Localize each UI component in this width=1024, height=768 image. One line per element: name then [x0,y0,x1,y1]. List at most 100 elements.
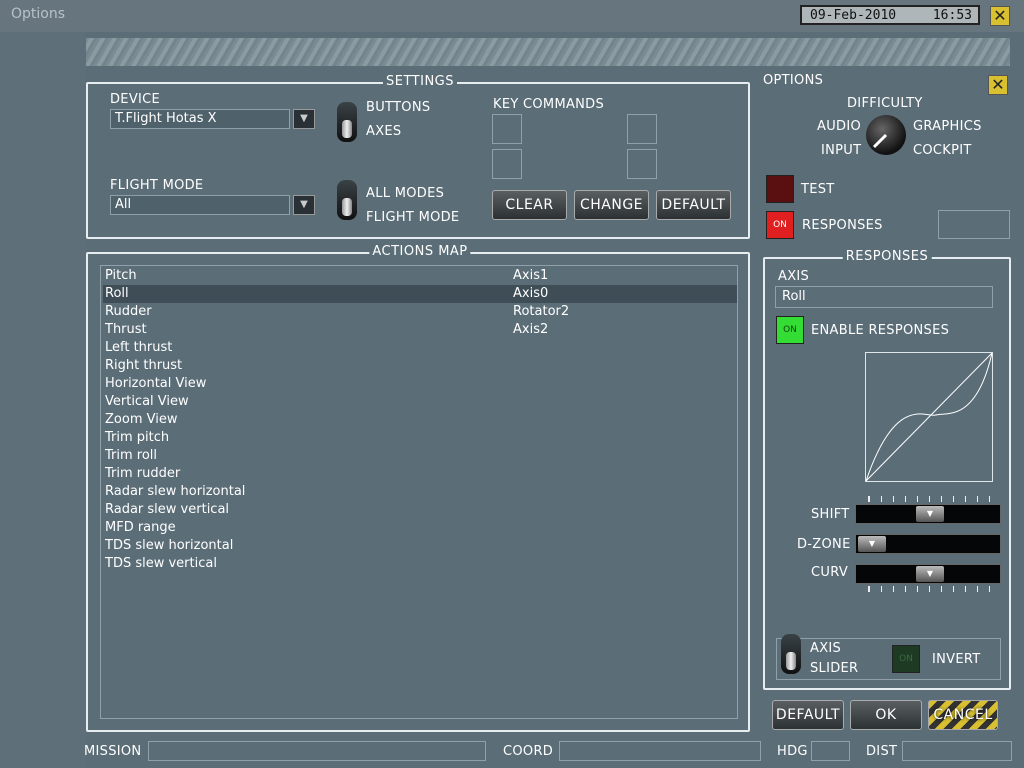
date-readout: 09-Feb-2010 [810,8,897,23]
mission-label: MISSION [84,744,142,759]
actions-list[interactable]: Pitch Axis1 Roll Axis0 Rudder Rotator2 Thrust A… [100,265,738,719]
hdg-label: HDG [777,744,808,759]
actions-map-legend: ACTIONS MAP [369,244,471,259]
axis-slider-toggle[interactable] [781,634,801,674]
action-row[interactable]: Thrust Axis2 [103,321,737,339]
toggle-knob [342,198,352,216]
options-close-button[interactable]: ✕ [988,75,1008,95]
coord-label: COORD [503,744,554,759]
enable-responses-led[interactable]: ON [776,316,804,344]
axis-option: AXIS [810,641,842,656]
invert-led-button[interactable]: ON [892,645,920,673]
action-row[interactable]: Left thrust [103,339,737,357]
action-name: TDS slew horizontal [105,538,234,553]
settings-default-button[interactable]: DEFAULT [656,190,731,220]
graphics-label: GRAPHICS [913,119,982,134]
action-name: Thrust [105,322,147,337]
action-row[interactable]: Zoom View [103,411,737,429]
buttons-axes-toggle[interactable] [337,102,357,142]
time-readout: 16:53 [932,8,972,23]
action-name: Roll [105,286,129,301]
action-name: Trim rudder [105,466,181,481]
clear-button[interactable]: CLEAR [492,190,567,220]
key-command-slot-4[interactable] [627,149,657,179]
test-led-button[interactable] [766,175,794,203]
responses-label: RESPONSES [802,218,883,233]
action-binding: Axis1 [513,268,549,283]
flight-mode-select[interactable]: All [110,195,290,215]
slider-option: SLIDER [810,661,859,676]
ok-button[interactable]: OK [850,700,922,730]
action-binding: Axis0 [513,286,549,301]
action-name: Vertical View [105,394,189,409]
action-row[interactable]: Trim rudder [103,465,737,483]
chevron-down-icon: ▼ [300,113,308,124]
action-row[interactable]: Radar slew vertical [103,501,737,519]
action-row[interactable]: Horizontal View [103,375,737,393]
axis-value-field: Roll [775,286,993,308]
cancel-button[interactable]: CANCEL [928,700,998,730]
key-command-slot-3[interactable] [492,149,522,179]
axis-label: AXIS [778,269,810,284]
responses-led-button[interactable]: ON [766,211,794,239]
action-row[interactable]: TDS slew horizontal [103,537,737,555]
date-time-display: 09-Feb-2010 16:53 [800,5,980,25]
action-row[interactable]: Trim pitch [103,429,737,447]
action-name: Pitch [105,268,137,283]
key-commands-label: KEY COMMANDS [493,97,605,112]
dist-field [902,741,1012,761]
close-icon: ✕ [993,6,1007,25]
curv-label: CURV [811,565,849,580]
action-row[interactable]: MFD range [103,519,737,537]
category-knob[interactable] [866,115,906,155]
dzone-slider[interactable]: ▼ [855,534,1001,554]
difficulty-label: DIFFICULTY [847,96,923,111]
input-label: INPUT [821,143,862,158]
audio-label: AUDIO [817,119,861,134]
change-button[interactable]: CHANGE [574,190,649,220]
responses-value-field[interactable] [938,210,1010,239]
toggle-knob [342,120,352,138]
action-row[interactable]: Pitch Axis1 [103,267,737,285]
action-row[interactable]: Roll Axis0 [103,285,737,303]
enable-responses-label: ENABLE RESPONSES [811,323,950,338]
map-banner [86,38,1010,66]
modes-toggle[interactable] [337,180,357,220]
dist-label: DIST [866,744,898,759]
shift-label: SHIFT [811,507,850,522]
shift-slider-thumb[interactable]: ▼ [916,506,944,522]
action-row[interactable]: Radar slew horizontal [103,483,737,501]
curv-slider[interactable]: ▼ [855,564,1001,584]
device-label: DEVICE [110,92,161,107]
settings-legend: SETTINGS [382,74,458,89]
footer-default-button[interactable]: DEFAULT [772,700,844,730]
curv-slider-thumb[interactable]: ▼ [916,566,944,582]
key-command-slot-2[interactable] [627,114,657,144]
window-close-button[interactable]: ✕ [990,6,1010,26]
action-row[interactable]: TDS slew vertical [103,555,737,573]
close-icon: ✕ [991,75,1005,94]
device-dropdown-button[interactable]: ▼ [293,109,315,129]
device-select[interactable]: T.Flight Hotas X [110,109,290,129]
hdg-field [811,741,850,761]
curv-ticks [868,586,990,592]
action-binding: Axis2 [513,322,549,337]
key-command-slot-1[interactable] [492,114,522,144]
shift-slider[interactable]: ▼ [855,504,1001,524]
toggle-knob [786,652,796,670]
chevron-down-icon: ▼ [300,199,308,210]
action-name: Horizontal View [105,376,207,391]
flight-mode-dropdown-button[interactable]: ▼ [293,195,315,215]
left-sidebar [0,32,86,768]
action-row[interactable]: Right thrust [103,357,737,375]
action-name: Radar slew horizontal [105,484,246,499]
action-row[interactable]: Vertical View [103,393,737,411]
action-row[interactable]: Rudder Rotator2 [103,303,737,321]
dzone-slider-thumb[interactable]: ▼ [858,536,886,552]
options-label: OPTIONS [763,73,824,88]
action-binding: Rotator2 [513,304,570,319]
action-row[interactable]: Trim roll [103,447,737,465]
response-curve-graph [865,352,993,482]
flight-mode-label: FLIGHT MODE [110,178,204,193]
knob-pointer-icon [872,133,888,149]
